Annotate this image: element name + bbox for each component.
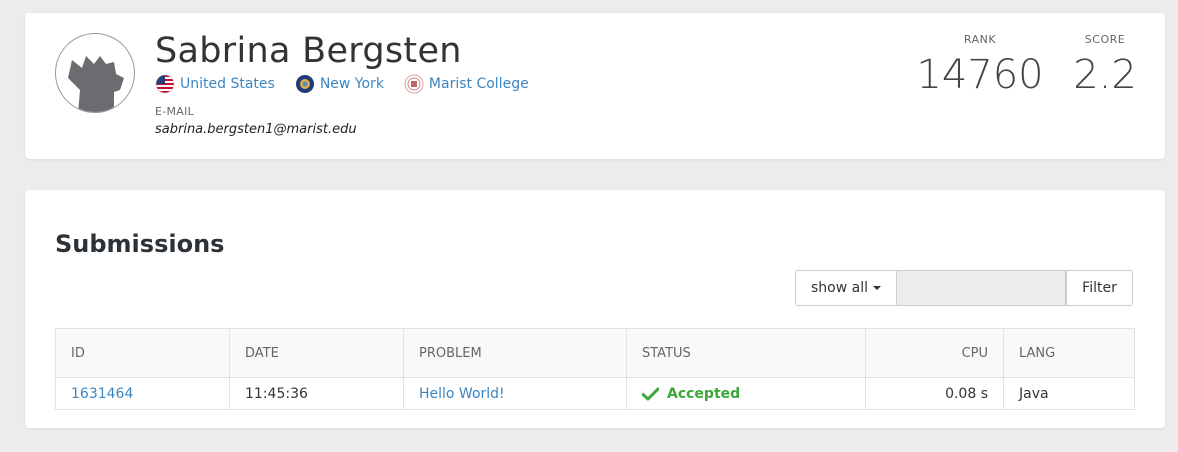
school-link[interactable]: Marist College <box>429 76 529 92</box>
chevron-down-icon <box>873 286 881 290</box>
affiliations: United States New York Marist College <box>155 73 529 95</box>
checkmark-icon <box>642 387 659 400</box>
column-header-cpu: CPU <box>865 328 1004 378</box>
table-header-row: ID DATE PROBLEM STATUS CPU LANG <box>55 328 1135 378</box>
avatar <box>55 33 135 113</box>
new-york-seal-icon <box>295 75 314 93</box>
school-affiliation: Marist College <box>404 74 529 94</box>
cell-lang: Java <box>1003 377 1135 410</box>
column-header-lang: LANG <box>1003 328 1135 378</box>
cell-date: 11:45:36 <box>229 377 404 410</box>
rank-value: 14760 <box>916 52 1044 98</box>
email-value: sabrina.bergsten1@marist.edu <box>155 122 357 137</box>
submission-id-link[interactable]: 1631464 <box>71 386 133 402</box>
show-all-label: show all <box>811 280 868 296</box>
profile-card: Sabrina Bergsten United States New York … <box>25 13 1165 159</box>
column-header-id: ID <box>55 328 230 378</box>
state-link[interactable]: New York <box>320 76 384 92</box>
column-header-status: STATUS <box>626 328 866 378</box>
cell-cpu: 0.08 s <box>865 377 1004 410</box>
submissions-card: Submissions show all Filter ID DATE PROB… <box>25 190 1165 428</box>
submissions-title: Submissions <box>55 230 225 258</box>
show-all-dropdown[interactable]: show all <box>795 270 897 306</box>
state-affiliation: New York <box>295 74 384 94</box>
country-affiliation: United States <box>155 74 275 94</box>
cell-id: 1631464 <box>55 377 230 410</box>
filter-input[interactable] <box>897 270 1066 306</box>
submissions-table: ID DATE PROBLEM STATUS CPU LANG 1631464 … <box>55 328 1135 410</box>
rank-stat: RANK 14760 <box>915 33 1045 98</box>
user-name: Sabrina Bergsten <box>155 31 462 71</box>
filter-button[interactable]: Filter <box>1066 270 1133 306</box>
college-logo-icon <box>404 74 424 94</box>
status-text: Accepted <box>667 385 741 402</box>
cell-problem: Hello World! <box>403 377 627 410</box>
score-value: 2.2 <box>1073 52 1137 98</box>
cell-status: Accepted <box>626 377 866 410</box>
column-header-date: DATE <box>229 328 404 378</box>
default-avatar-icon <box>68 56 124 112</box>
filter-bar: show all Filter <box>795 270 1133 306</box>
column-header-problem: PROBLEM <box>403 328 627 378</box>
us-flag-icon <box>155 74 175 94</box>
score-stat: SCORE 2.2 <box>1070 33 1140 98</box>
email-label: E-MAIL <box>155 105 195 118</box>
table-row: 1631464 11:45:36 Hello World! Accepted 0… <box>55 377 1135 410</box>
country-link[interactable]: United States <box>180 76 275 92</box>
rank-label: RANK <box>963 33 997 46</box>
problem-link[interactable]: Hello World! <box>419 386 505 402</box>
status-badge: Accepted <box>642 386 850 402</box>
score-label: SCORE <box>1084 33 1126 46</box>
